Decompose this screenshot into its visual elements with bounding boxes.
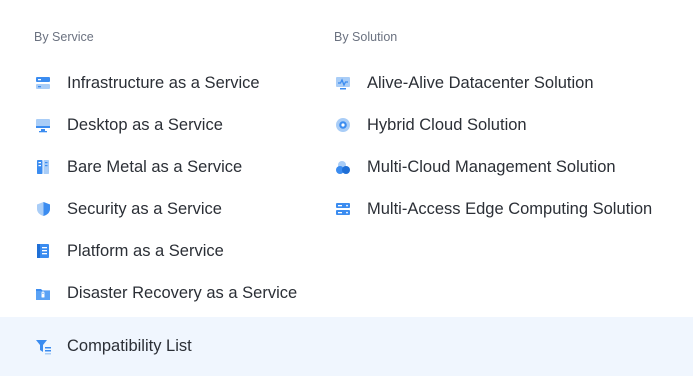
menu-item-label: Disaster Recovery as a Service	[67, 283, 298, 302]
menu-item-label: Infrastructure as a Service	[67, 73, 260, 92]
menu-item-security-as-a-service[interactable]: Security as a Service	[34, 188, 324, 230]
menu-item-multi-access-edge-computing-solution[interactable]: Multi-Access Edge Computing Solution	[334, 188, 684, 230]
bare-metal-server-icon	[34, 158, 52, 176]
compatibility-list-link[interactable]: Compatibility List	[0, 317, 693, 376]
by-service-column: By Service Infrastructure as a Service D…	[34, 30, 324, 314]
menu-item-label: Alive-Alive Datacenter Solution	[367, 73, 594, 92]
datacenter-monitor-icon	[334, 74, 352, 92]
hybrid-cloud-icon	[334, 116, 352, 134]
menu-item-label: Hybrid Cloud Solution	[367, 115, 527, 134]
by-solution-heading: By Solution	[334, 30, 398, 44]
edge-server-icon	[334, 200, 352, 218]
shield-icon	[34, 200, 52, 218]
menu-item-label: Security as a Service	[67, 199, 222, 218]
menu-item-platform-as-a-service[interactable]: Platform as a Service	[34, 230, 324, 272]
compatibility-filter-icon	[34, 338, 52, 356]
menu-item-bare-metal-as-a-service[interactable]: Bare Metal as a Service	[34, 146, 324, 188]
folder-lock-icon	[34, 284, 52, 302]
menu-item-label: Bare Metal as a Service	[67, 157, 243, 176]
menu-item-label: Multi-Cloud Management Solution	[367, 157, 616, 176]
menu-item-infrastructure-as-a-service[interactable]: Infrastructure as a Service	[34, 62, 324, 104]
server-rack-icon	[34, 74, 52, 92]
menu-item-label: Platform as a Service	[67, 241, 224, 260]
multi-cloud-icon	[334, 158, 352, 176]
menu-item-hybrid-cloud-solution[interactable]: Hybrid Cloud Solution	[334, 104, 684, 146]
by-service-heading: By Service	[34, 30, 94, 44]
menu-item-disaster-recovery-as-a-service[interactable]: Disaster Recovery as a Service	[34, 272, 324, 314]
menu-item-alive-alive-datacenter-solution[interactable]: Alive-Alive Datacenter Solution	[334, 62, 684, 104]
menu-item-label: Desktop as a Service	[67, 115, 223, 134]
menu-item-label: Multi-Access Edge Computing Solution	[367, 199, 653, 218]
by-solution-column: By Solution Alive-Alive Datacenter Solut…	[334, 30, 684, 230]
menu-item-multi-cloud-management-solution[interactable]: Multi-Cloud Management Solution	[334, 146, 684, 188]
platform-book-icon	[34, 242, 52, 260]
compatibility-list-label: Compatibility List	[67, 337, 192, 355]
menu-item-desktop-as-a-service[interactable]: Desktop as a Service	[34, 104, 324, 146]
monitor-icon	[34, 116, 52, 134]
